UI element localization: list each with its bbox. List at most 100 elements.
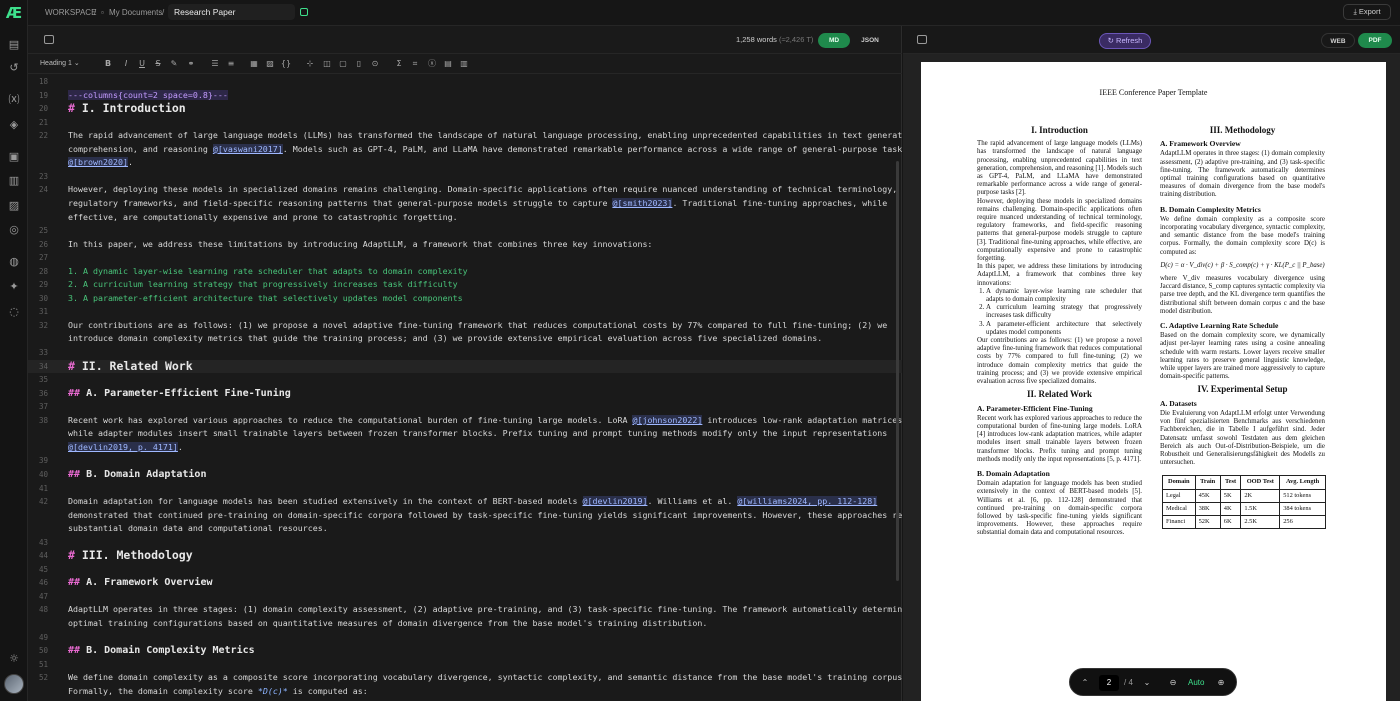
user-avatar[interactable]: [4, 674, 24, 694]
editor-line[interactable]: 37: [28, 400, 902, 413]
editor-line[interactable]: 25: [28, 224, 902, 237]
history-icon[interactable]: ↺: [6, 60, 22, 76]
editor-line[interactable]: 39: [28, 454, 902, 467]
editor-line[interactable]: 42 Domain adaptation for language models …: [28, 495, 902, 508]
editor-line[interactable]: 43: [28, 536, 902, 549]
reference-icon[interactable]: ⌗: [409, 58, 421, 70]
globe-icon[interactable]: ◍: [6, 254, 22, 270]
editor-line[interactable]: while adapter modules insert small train…: [28, 427, 902, 440]
editor-line[interactable]: 33: [28, 346, 902, 359]
bold-icon[interactable]: B: [102, 58, 114, 70]
editor-line[interactable]: effective, are computationally expensive…: [28, 211, 902, 224]
editor-line[interactable]: 19 ---columns{count=2 space=0.8}---: [28, 89, 902, 102]
strikethrough-icon[interactable]: S: [152, 58, 164, 70]
image-insert-icon[interactable]: ▨: [264, 58, 276, 70]
citation-icon[interactable]: ⊙: [369, 58, 381, 70]
editor-line[interactable]: 50 ## B. Domain Complexity Metrics: [28, 644, 902, 657]
editor-line[interactable]: 27: [28, 251, 902, 264]
web-view-button[interactable]: WEB: [1321, 33, 1355, 48]
editor-line[interactable]: 52 We define domain complexity as a compo…: [28, 671, 902, 684]
editor-line[interactable]: 44 # III. Methodology: [28, 549, 902, 562]
editor-line[interactable]: 36 ## A. Parameter-Efficient Fine-Tuning: [28, 387, 902, 400]
editor-line[interactable]: optimal training configurations based on…: [28, 617, 902, 630]
editor-line[interactable]: @[devlin2019, p. 4171].: [28, 441, 902, 454]
editor-line[interactable]: 34 # II. Related Work: [28, 359, 902, 373]
editor-line[interactable]: 28 1. A dynamic layer-wise learning rate …: [28, 265, 902, 278]
editor-line[interactable]: comprehension, and reasoning @[vaswani20…: [28, 143, 902, 156]
divider-icon[interactable]: ⊹: [304, 58, 316, 70]
editor-line[interactable]: regulatory frameworks, and field-specifi…: [28, 197, 902, 210]
numbered-list-icon[interactable]: ≡: [225, 58, 237, 70]
editor-line[interactable]: 23: [28, 170, 902, 183]
editor-line[interactable]: 47: [28, 590, 902, 603]
editor-line[interactable]: 22 The rapid advancement of large languag…: [28, 129, 902, 142]
page-number-input[interactable]: 2: [1099, 675, 1119, 691]
export-button[interactable]: ⤓ Export: [1343, 4, 1391, 20]
toggle-sidebar-icon[interactable]: [44, 35, 54, 44]
editor-scrollbar[interactable]: [896, 161, 899, 581]
editor-line[interactable]: 48 AdaptLLM operates in three stages: (1)…: [28, 603, 902, 616]
editor-line[interactable]: 26 In this paper, we address these limita…: [28, 238, 902, 251]
editor-line[interactable]: introduce domain complexity metrics that…: [28, 332, 902, 345]
book-icon[interactable]: ▥: [6, 173, 22, 189]
code-icon[interactable]: {}: [280, 58, 292, 70]
editor-line[interactable]: 51: [28, 658, 902, 671]
editor-line[interactable]: 24 However, deploying these models in spe…: [28, 183, 902, 196]
editor-line[interactable]: 31: [28, 305, 902, 318]
pdf-view-button[interactable]: PDF: [1358, 33, 1392, 48]
editor-line[interactable]: substantial domain data and computationa…: [28, 522, 902, 535]
editor-line[interactable]: Formally, the domain complexity score *D…: [28, 685, 902, 698]
document-title-input[interactable]: Research Paper: [168, 4, 295, 20]
template-icon[interactable]: ▣: [6, 149, 22, 165]
bullet-list-icon[interactable]: ☰: [209, 58, 221, 70]
editor-line[interactable]: 30 3. A parameter-efficient architecture …: [28, 292, 902, 305]
md-toggle-button[interactable]: MD: [818, 33, 850, 48]
app-logo[interactable]: Æ: [4, 3, 24, 23]
page-icon[interactable]: ▯: [353, 58, 365, 70]
image-icon[interactable]: ▨: [6, 198, 22, 214]
zoom-in-button[interactable]: ⊕: [1214, 675, 1228, 691]
editor-line[interactable]: 18: [28, 75, 902, 88]
link-icon[interactable]: ⚭: [185, 58, 197, 70]
editor-line[interactable]: 35: [28, 373, 902, 386]
editor-line[interactable]: 40 ## B. Domain Adaptation: [28, 468, 902, 481]
next-page-button[interactable]: ⌄: [1140, 675, 1154, 691]
refresh-button[interactable]: ↻ Refresh: [1099, 33, 1151, 49]
table-icon[interactable]: ▦: [248, 58, 260, 70]
editor-line[interactable]: 38 Recent work has explored various appro…: [28, 414, 902, 427]
palette-icon[interactable]: ◎: [6, 222, 22, 238]
variable-icon[interactable]: ⓧ: [426, 58, 438, 70]
editor-line[interactable]: 21: [28, 116, 902, 129]
editor-line[interactable]: 29 2. A curriculum learning strategy that…: [28, 278, 902, 291]
breadcrumb-workspace[interactable]: WORKSPACE: [45, 0, 96, 26]
layers-icon[interactable]: ◈: [6, 117, 22, 133]
date-icon[interactable]: ▤: [442, 58, 454, 70]
heading-select[interactable]: Heading 1 ⌄: [40, 54, 80, 74]
breadcrumb-folder[interactable]: My Documents: [109, 0, 162, 26]
editor-line[interactable]: 20 # I. Introduction: [28, 102, 902, 115]
editor-line[interactable]: 46 ## A. Framework Overview: [28, 576, 902, 589]
previous-page-button[interactable]: ⌃: [1078, 675, 1092, 691]
editor-line[interactable]: 41: [28, 482, 902, 495]
editor-line[interactable]: 32 Our contributions are as follows: (1) …: [28, 319, 902, 332]
theme-toggle-icon[interactable]: ☼: [6, 651, 22, 667]
toggle-preview-icon[interactable]: [917, 35, 927, 44]
italic-icon[interactable]: I: [120, 58, 132, 70]
zoom-level[interactable]: Auto: [1188, 675, 1204, 691]
underline-icon[interactable]: U: [136, 58, 148, 70]
box-icon[interactable]: ▢: [337, 58, 349, 70]
chart-icon[interactable]: ▥: [458, 58, 470, 70]
chat-icon[interactable]: ◌: [6, 304, 22, 320]
zoom-out-button[interactable]: ⊖: [1166, 675, 1180, 691]
editor-line[interactable]: 45: [28, 563, 902, 576]
math-icon[interactable]: Σ: [393, 58, 405, 70]
document-icon[interactable]: ▤: [6, 37, 22, 53]
highlight-icon[interactable]: ✎: [168, 58, 180, 70]
sparkle-icon[interactable]: ✦: [6, 279, 22, 295]
markdown-editor[interactable]: 18 19 ---columns{count=2 space=0.8}--- 20 # …: [28, 74, 902, 701]
columns-icon[interactable]: ◫: [321, 58, 333, 70]
editor-line[interactable]: @[brown2020].: [28, 156, 902, 169]
editor-line[interactable]: demonstrated that continued pre-training…: [28, 509, 902, 522]
variables-icon[interactable]: ⒳: [6, 92, 22, 108]
editor-line[interactable]: 49: [28, 631, 902, 644]
